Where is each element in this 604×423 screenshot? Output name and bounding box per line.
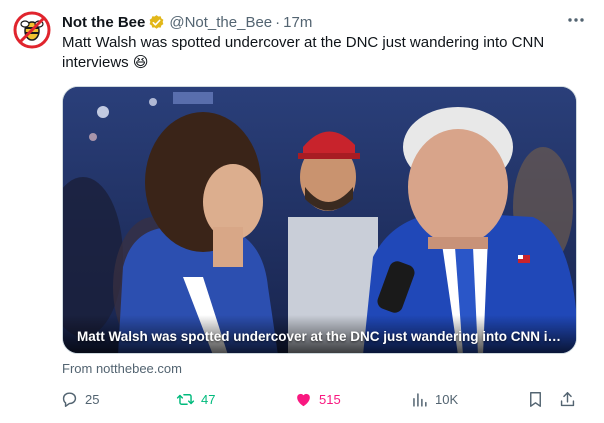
video-thumbnail (63, 87, 576, 353)
like-button[interactable]: 515 (294, 386, 341, 412)
retweet-icon (176, 393, 195, 405)
media-card[interactable]: Matt Walsh was spotted undercover at the… (62, 86, 577, 354)
share-icon (560, 391, 575, 406)
more-horizontal-icon (568, 18, 584, 22)
views-button[interactable]: 10K (410, 386, 458, 412)
media-caption: Matt Walsh was spotted undercover at the… (77, 329, 564, 344)
retweet-button[interactable]: 47 (176, 386, 215, 412)
bookmark-icon (530, 391, 541, 407)
retweet-count: 47 (201, 391, 216, 407)
views-chart-icon (413, 392, 427, 407)
more-button[interactable] (564, 10, 588, 30)
like-count: 515 (319, 391, 341, 407)
verified-gold-badge-icon[interactable] (148, 14, 165, 31)
heart-filled-icon (297, 393, 310, 406)
author-handle[interactable]: @Not_the_Bee (169, 14, 272, 31)
reply-count: 25 (85, 391, 100, 407)
reply-button[interactable]: 25 (60, 386, 99, 412)
author-name[interactable]: Not the Bee (62, 14, 145, 31)
views-count: 10K (435, 391, 459, 407)
action-bar: 25 47 515 10K (56, 386, 586, 412)
avatar[interactable] (12, 10, 52, 50)
tweet-card[interactable]: Not the Bee @Not_the_Bee · 17m Matt Wals… (0, 0, 604, 423)
header-separator: · (275, 13, 281, 31)
share-button[interactable] (558, 386, 583, 412)
tweet-text: Matt Walsh was spotted undercover at the… (62, 34, 545, 71)
reply-icon (62, 391, 77, 407)
tweet-header: Not the Bee @Not_the_Bee · 17m (62, 12, 592, 32)
bookmark-button[interactable] (526, 386, 551, 412)
link-source[interactable]: From notthebee.com (62, 361, 182, 376)
tweet-timestamp[interactable]: 17m (283, 14, 312, 31)
bee-logo-icon (12, 10, 52, 50)
